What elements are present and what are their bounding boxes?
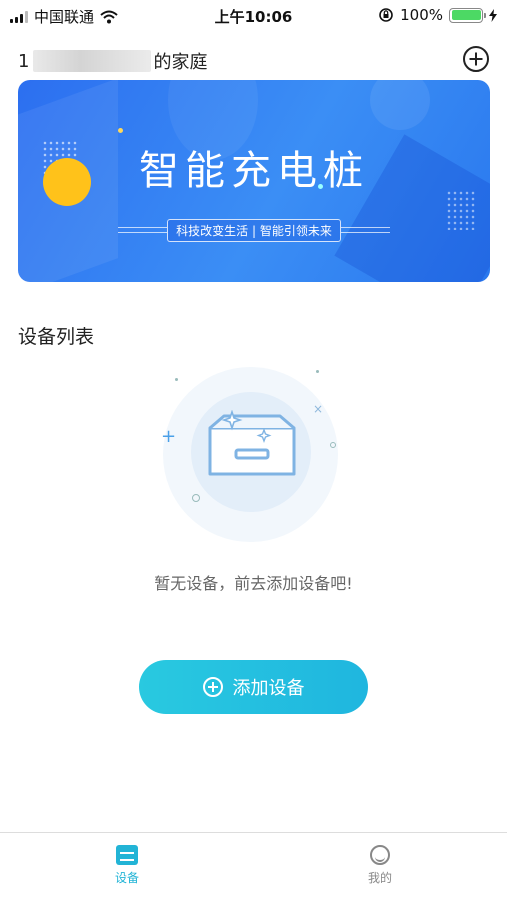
- status-right: 100%: [378, 6, 497, 24]
- dot-pattern: [446, 190, 476, 230]
- banner-title: 智能充电桩: [139, 148, 369, 194]
- decorative-plus-icon: +: [161, 426, 177, 447]
- orientation-lock-icon: [379, 8, 393, 22]
- decorative-circle: [330, 442, 336, 448]
- decorative-dot: [316, 370, 319, 373]
- banner-decoration: [370, 80, 430, 130]
- promo-banner[interactable]: 智能充电桩 科技改变生活 | 智能引领未来: [18, 80, 490, 282]
- home-selector[interactable]: 1 的家庭: [18, 48, 207, 74]
- tab-devices-label: 设备: [114, 871, 139, 885]
- banner-line-left: [118, 227, 168, 233]
- device-list-title: 设备列表: [18, 326, 95, 348]
- profile-icon: [370, 845, 390, 865]
- plus-circle-icon[interactable]: [463, 46, 489, 72]
- empty-state-illustration: + ×: [158, 362, 348, 552]
- banner-subtitle: 科技改变生活 | 智能引领未来: [167, 218, 341, 242]
- add-device-label: 添加设备: [232, 678, 305, 698]
- decorative-dot: [175, 378, 178, 381]
- home-name-prefix: 1: [18, 50, 30, 72]
- status-bar: 中国联通 上午10:06 100%: [0, 0, 507, 30]
- battery-fill: [451, 10, 481, 20]
- banner-subtitle-row: 科技改变生活 | 智能引领未来: [118, 218, 390, 242]
- home-name-suffix: 的家庭: [153, 52, 208, 73]
- plus-circle-icon: [202, 677, 223, 697]
- decorative-circle: [192, 494, 200, 502]
- battery-icon: [449, 7, 486, 23]
- sparkle-icon: [118, 128, 123, 133]
- tab-bar: 设备 我的: [0, 832, 507, 900]
- empty-state-message: 暂无设备，前去添加设备吧!: [154, 574, 353, 593]
- battery-percent: 100%: [400, 6, 443, 24]
- tab-mine-label: 我的: [367, 871, 392, 885]
- tab-devices[interactable]: 设备: [87, 845, 167, 886]
- redacted-home-name: [33, 50, 152, 72]
- add-device-button[interactable]: 添加设备: [139, 660, 368, 714]
- tab-mine[interactable]: 我的: [340, 845, 420, 886]
- empty-box-icon: [208, 410, 296, 476]
- devices-icon: [116, 845, 138, 865]
- banner-line-right: [340, 227, 390, 233]
- home-header: 1 的家庭: [0, 40, 507, 80]
- charging-bolt-icon: [489, 8, 497, 22]
- decorative-x-icon: ×: [313, 402, 324, 416]
